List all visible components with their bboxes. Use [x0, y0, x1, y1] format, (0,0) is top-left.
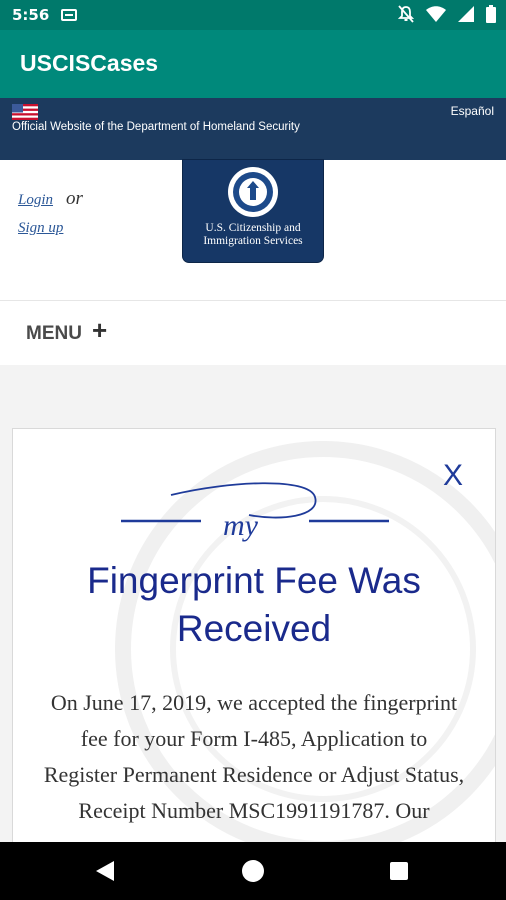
menu-label[interactable]: MENU	[26, 323, 82, 345]
navigation-bar	[0, 842, 506, 900]
plus-icon[interactable]: +	[92, 315, 107, 346]
case-status-card: X my Fingerprint Fee Was Received On Jun…	[12, 428, 496, 844]
status-message: On June 17, 2019, we accepted the finger…	[43, 690, 465, 823]
close-button[interactable]: X	[443, 459, 463, 493]
signal-icon	[458, 6, 474, 22]
dhs-seal-icon	[228, 167, 278, 217]
my-script-text: my	[223, 509, 259, 542]
official-website-text: Official Website of the Department of Ho…	[12, 121, 300, 133]
app-bar: USCISCases	[0, 30, 506, 98]
status-title: Fingerprint Fee Was Received	[87, 560, 421, 649]
app-title: USCISCases	[20, 50, 159, 76]
status-time: 5:56	[12, 6, 50, 24]
us-flag-icon	[12, 104, 38, 120]
recent-apps-icon[interactable]	[390, 862, 408, 880]
menu-bar[interactable]: MENU +	[0, 300, 506, 366]
agency-name: U.S. Citizenship and Immigration Service…	[183, 222, 323, 248]
status-bar: 5:56	[0, 0, 506, 30]
or-text: or	[66, 188, 83, 209]
espanol-link[interactable]: Español	[451, 104, 494, 118]
uscis-logo[interactable]: U.S. Citizenship and Immigration Service…	[183, 160, 323, 262]
home-icon[interactable]	[242, 860, 264, 882]
agency-line-1: U.S. Citizenship and	[205, 222, 301, 234]
my-uscis-flourish-icon: my	[121, 482, 389, 542]
login-link[interactable]: Login	[18, 192, 53, 209]
battery-icon	[486, 5, 496, 23]
site-header: Login or Sign up U.S. Citizenship and Im…	[0, 160, 506, 300]
notification-icon	[61, 9, 78, 21]
gov-banner: Official Website of the Department of Ho…	[0, 98, 506, 160]
wifi-icon	[426, 6, 446, 22]
status-icons	[398, 5, 496, 23]
back-icon[interactable]	[96, 861, 116, 881]
agency-line-2: Immigration Services	[203, 235, 303, 247]
mute-icon	[398, 5, 414, 23]
signup-link[interactable]: Sign up	[18, 220, 63, 237]
